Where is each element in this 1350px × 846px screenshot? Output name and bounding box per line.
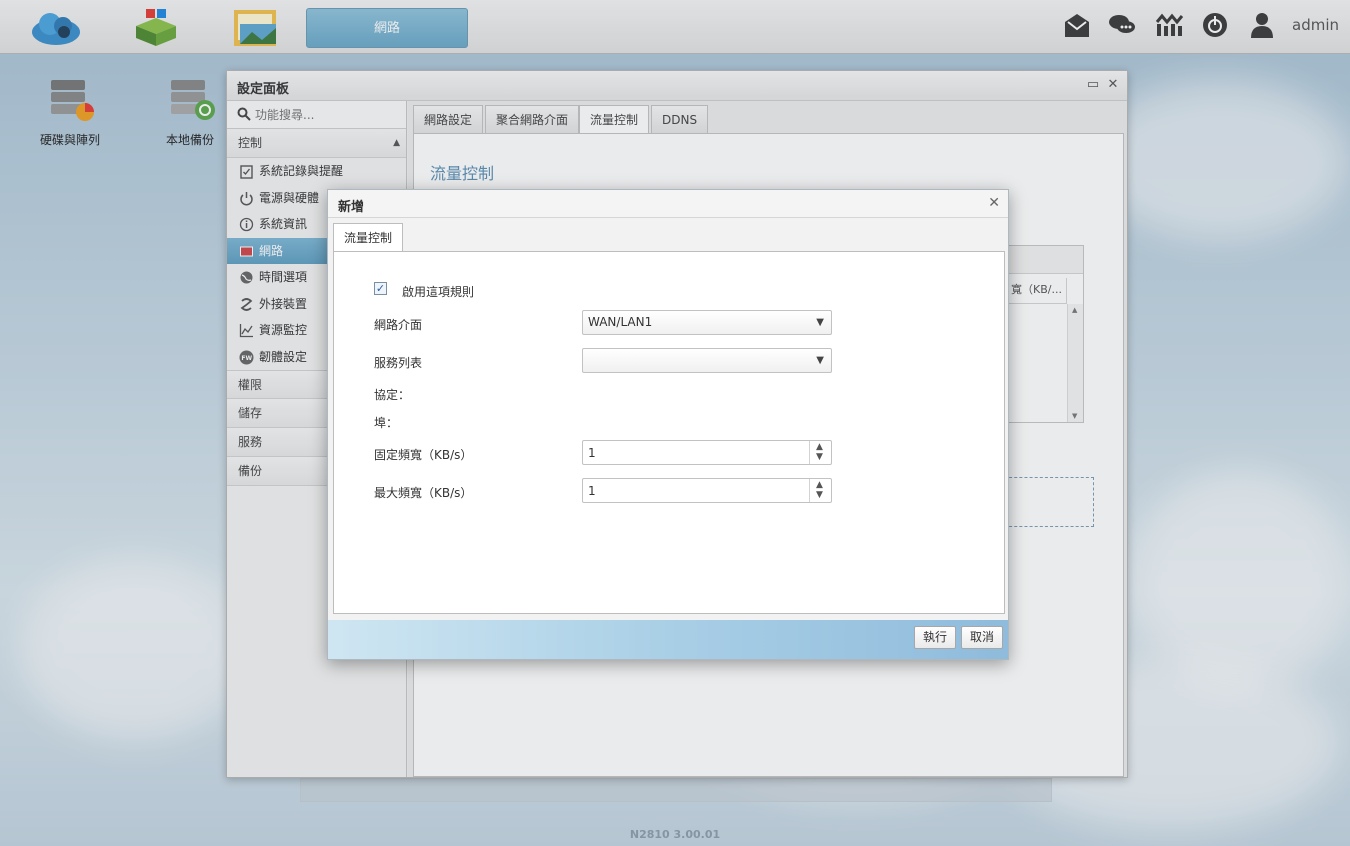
protocol-label: 協定： xyxy=(374,388,411,402)
tab-traffic-control[interactable]: 流量控制 xyxy=(333,223,404,252)
fixed-bandwidth-label: 固定頻寬（KB/s） xyxy=(374,448,473,462)
interface-label: 網路介面 xyxy=(374,318,423,332)
dialog-title: 新增 xyxy=(338,200,365,215)
enable-rule-label[interactable]: 啟用這項規則 xyxy=(402,283,474,300)
add-rule-dialog: 新增 ✕ 流量控制 ✓ 啟用這項規則 網路介面 WAN/LAN1 ▼ 服務列表 … xyxy=(327,189,1009,660)
dropdown-arrow-icon: ▼ xyxy=(816,355,824,366)
cancel-button[interactable]: 取消 xyxy=(961,626,1004,649)
max-bandwidth-value: 1 xyxy=(588,484,596,498)
increment-icon[interactable]: ▲ xyxy=(816,480,823,490)
stepper-buttons: ▲ ▼ xyxy=(809,441,831,464)
device-version: N2810 3.00.01 xyxy=(629,828,721,841)
decrement-icon[interactable]: ▼ xyxy=(816,452,823,462)
dialog-titlebar[interactable]: 新增 ✕ xyxy=(328,190,1008,218)
decrement-icon[interactable]: ▼ xyxy=(816,490,823,500)
dialog-form: ✓ 啟用這項規則 網路介面 WAN/LAN1 ▼ 服務列表 ▼ 協定： 埠： 固… xyxy=(333,251,1005,614)
enable-rule-checkbox[interactable]: ✓ xyxy=(374,282,387,295)
close-icon[interactable]: ✕ xyxy=(988,195,1000,211)
apply-button[interactable]: 執行 xyxy=(914,626,957,649)
interface-select[interactable]: WAN/LAN1 ▼ xyxy=(582,310,832,335)
service-list-select[interactable]: ▼ xyxy=(582,348,832,373)
dialog-footer: 執行 取消 xyxy=(328,620,1008,659)
stepper-buttons: ▲ ▼ xyxy=(809,479,831,502)
max-bandwidth-stepper[interactable]: 1 ▲ ▼ xyxy=(582,478,832,503)
fixed-bandwidth-value: 1 xyxy=(588,446,596,460)
max-bandwidth-label: 最大頻寬（KB/s） xyxy=(374,486,473,500)
dropdown-arrow-icon: ▼ xyxy=(816,317,824,328)
increment-icon[interactable]: ▲ xyxy=(816,442,823,452)
port-label: 埠： xyxy=(374,416,399,430)
interface-value: WAN/LAN1 xyxy=(588,315,653,329)
service-list-label: 服務列表 xyxy=(374,356,423,370)
fixed-bandwidth-stepper[interactable]: 1 ▲ ▼ xyxy=(582,440,832,465)
